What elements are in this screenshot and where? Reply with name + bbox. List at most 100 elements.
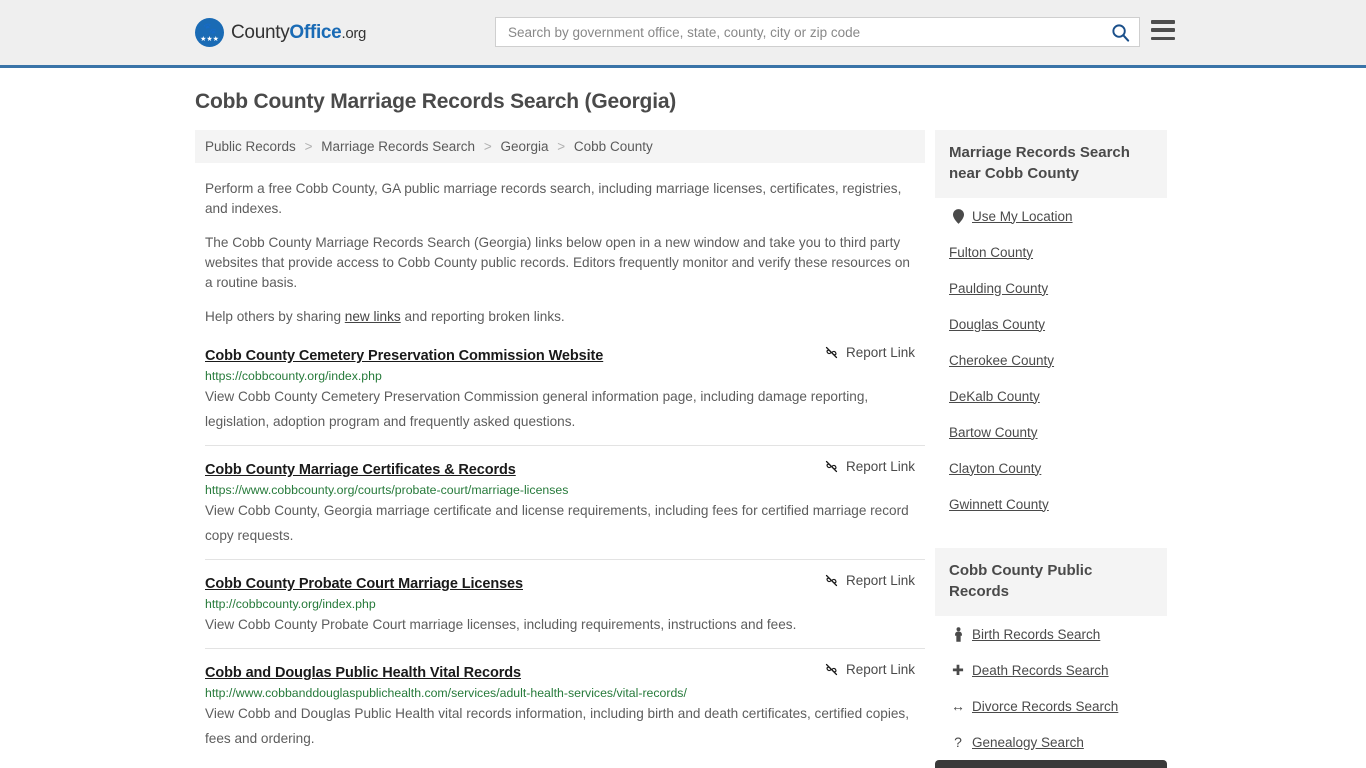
result-title-link[interactable]: Cobb and Douglas Public Health Vital Rec… <box>205 665 521 681</box>
result-url[interactable]: https://cobbcounty.org/index.php <box>205 369 925 383</box>
sidebar-item-divorce-records-search[interactable]: ↔ Divorce Records Search <box>935 688 1167 724</box>
report-link-button[interactable]: Report Link <box>824 345 925 360</box>
hamburger-bar-3 <box>1151 36 1175 40</box>
search-icon <box>1111 23 1129 42</box>
sidebar-link-cherokee-county[interactable]: Cherokee County <box>949 353 1054 368</box>
sidebar-item-douglas-county[interactable]: Douglas County <box>935 306 1167 342</box>
broken-link-icon <box>825 663 838 676</box>
breadcrumb-item-georgia[interactable]: Georgia <box>500 139 548 154</box>
eagle-glyph: 🐾 <box>203 23 217 35</box>
question-mark-icon: ? <box>954 734 962 750</box>
sidebar-link-use-my-location[interactable]: Use My Location <box>972 209 1073 224</box>
result-url[interactable]: https://www.cobbcounty.org/courts/probat… <box>205 483 925 497</box>
search-button[interactable] <box>1101 18 1139 46</box>
sidebar-public-records-heading: Cobb County Public Records <box>935 548 1167 616</box>
broken-link-icon <box>825 346 838 359</box>
stars-icon: ★★★ <box>200 36 219 43</box>
logo-text: CountyOffice.org <box>231 22 366 44</box>
sidebar: Marriage Records Search near Cobb County… <box>935 130 1167 768</box>
sidebar-link-clayton-county[interactable]: Clayton County <box>949 461 1041 476</box>
result-item: Cobb County Cemetery Preservation Commis… <box>205 345 925 446</box>
breadcrumb-item-public-records[interactable]: Public Records <box>205 139 296 154</box>
sidebar-item-birth-records-search[interactable]: Birth Records Search <box>935 616 1167 652</box>
sidebar-link-douglas-county[interactable]: Douglas County <box>949 317 1045 332</box>
sidebar-link-death-records-search[interactable]: Death Records Search <box>972 663 1109 678</box>
sidebar-link-divorce-records-search[interactable]: Divorce Records Search <box>972 699 1118 714</box>
report-link-button[interactable]: Report Link <box>824 662 925 677</box>
result-url[interactable]: http://cobbcounty.org/index.php <box>205 597 925 611</box>
sidebar-item-bartow-county[interactable]: Bartow County <box>935 414 1167 450</box>
new-links-link[interactable]: new links <box>345 309 401 324</box>
baby-icon <box>949 626 967 642</box>
logo-text-part3: .org <box>341 24 367 42</box>
breadcrumb: Public Records > Marriage Records Search… <box>195 130 925 163</box>
sidebar-link-gwinnett-county[interactable]: Gwinnett County <box>949 497 1049 512</box>
result-title-link[interactable]: Cobb County Cemetery Preservation Commis… <box>205 348 603 364</box>
result-header: Cobb County Marriage Certificates & Reco… <box>205 459 925 478</box>
sidebar-item-dekalb-county[interactable]: DeKalb County <box>935 378 1167 414</box>
public-records-list: Birth Records Search ✚ Death Records Searc… <box>935 616 1167 768</box>
sidebar-item-paulding-county[interactable]: Paulding County <box>935 270 1167 306</box>
result-url[interactable]: http://www.cobbanddouglaspublichealth.co… <box>205 686 925 700</box>
sidebar-item-genealogy-search[interactable]: ? Genealogy Search <box>935 724 1167 760</box>
sidebar-link-birth-records-search[interactable]: Birth Records Search <box>972 627 1100 642</box>
report-link-button[interactable]: Report Link <box>824 573 925 588</box>
hamburger-menu-icon[interactable] <box>1151 20 1175 40</box>
cross-icon: ✚ <box>952 661 964 678</box>
sidebar-nearby-heading: Marriage Records Search near Cobb County <box>935 130 1167 198</box>
nearby-county-list: Use My Location Fulton County Paulding Cou… <box>935 198 1167 522</box>
intro-paragraph-1: Perform a free Cobb County, GA public ma… <box>205 181 902 216</box>
intro-paragraph-2: The Cobb County Marriage Records Search … <box>205 235 910 290</box>
content-columns: Public Records > Marriage Records Search… <box>195 130 1185 768</box>
map-pin-icon-wrap <box>949 208 967 224</box>
result-description: View Cobb County, Georgia marriage certi… <box>205 503 909 543</box>
result-description: View Cobb County Probate Court marriage … <box>205 617 797 632</box>
hamburger-bar-1 <box>1151 20 1175 24</box>
sidebar-item-use-my-location[interactable]: Use My Location <box>935 198 1167 234</box>
sidebar-item-marriage-records-search[interactable]: ⚥Marriage Records Search <box>935 760 1167 768</box>
map-pin-icon <box>952 208 964 224</box>
sidebar-item-gwinnett-county[interactable]: Gwinnett County <box>935 486 1167 522</box>
broken-link-icon <box>825 574 838 587</box>
sidebar-link-dekalb-county[interactable]: DeKalb County <box>949 389 1040 404</box>
result-header: Cobb and Douglas Public Health Vital Rec… <box>205 662 925 681</box>
site-header: 🐾 ★★★ CountyOffice.org <box>0 0 1366 68</box>
main-column: Public Records > Marriage Records Search… <box>195 130 925 768</box>
search-input[interactable] <box>496 19 1101 45</box>
result-title-link[interactable]: Cobb County Probate Court Marriage Licen… <box>205 576 523 592</box>
sidebar-item-fulton-county[interactable]: Fulton County <box>935 234 1167 270</box>
logo-text-part1: County <box>231 21 290 43</box>
result-item: Cobb and Douglas Public Health Vital Rec… <box>205 662 925 762</box>
sidebar-nearby-block: Marriage Records Search near Cobb County… <box>935 130 1167 522</box>
left-right-arrow-icon: ↔ <box>951 698 965 714</box>
page-body: Cobb County Marriage Records Search (Geo… <box>0 90 1366 768</box>
sidebar-public-records-block: Cobb County Public Records Birth Records… <box>935 548 1167 768</box>
header-inner: 🐾 ★★★ CountyOffice.org <box>0 0 1366 65</box>
sidebar-link-genealogy-search[interactable]: Genealogy Search <box>972 735 1084 750</box>
hamburger-bar-2 <box>1151 28 1175 32</box>
sidebar-item-cherokee-county[interactable]: Cherokee County <box>935 342 1167 378</box>
intro-p3-before: Help others by sharing <box>205 309 345 324</box>
breadcrumb-item-cobb-county[interactable]: Cobb County <box>574 139 653 154</box>
sidebar-link-fulton-county[interactable]: Fulton County <box>949 245 1033 260</box>
results-list: Cobb County Cemetery Preservation Commis… <box>195 345 925 762</box>
sidebar-link-bartow-county[interactable]: Bartow County <box>949 425 1038 440</box>
site-logo[interactable]: 🐾 ★★★ CountyOffice.org <box>195 18 366 47</box>
broken-link-icon <box>825 460 838 473</box>
result-header: Cobb County Cemetery Preservation Commis… <box>205 345 925 364</box>
content-container: Cobb County Marriage Records Search (Geo… <box>195 90 1185 768</box>
page-title: Cobb County Marriage Records Search (Geo… <box>195 90 677 113</box>
result-description: View Cobb and Douglas Public Health vita… <box>205 706 909 746</box>
sidebar-item-death-records-search[interactable]: ✚ Death Records Search <box>935 652 1167 688</box>
breadcrumb-separator: > <box>304 139 313 154</box>
breadcrumb-item-marriage-records-search[interactable]: Marriage Records Search <box>321 139 475 154</box>
report-link-label: Report Link <box>845 345 915 360</box>
result-header: Cobb County Probate Court Marriage Licen… <box>205 573 925 592</box>
report-link-button[interactable]: Report Link <box>824 459 925 474</box>
result-item: Cobb County Probate Court Marriage Licen… <box>205 573 925 649</box>
sidebar-item-clayton-county[interactable]: Clayton County <box>935 450 1167 486</box>
result-title-link[interactable]: Cobb County Marriage Certificates & Reco… <box>205 462 516 478</box>
sidebar-link-paulding-county[interactable]: Paulding County <box>949 281 1048 296</box>
result-item: Cobb County Marriage Certificates & Reco… <box>205 459 925 560</box>
logo-text-part2: Office <box>289 21 342 43</box>
